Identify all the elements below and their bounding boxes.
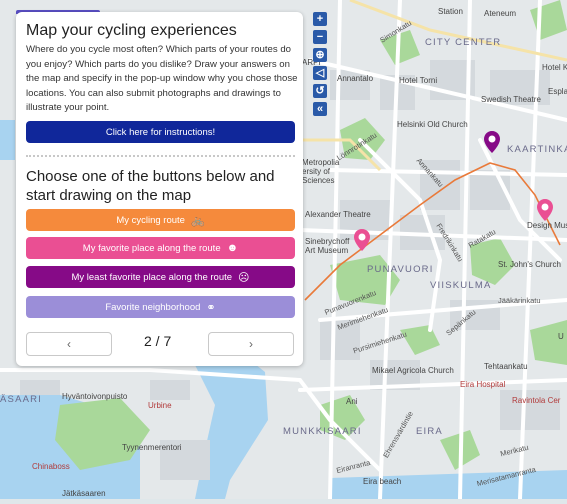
map-label-ani: Ani xyxy=(346,397,358,406)
panel-divider xyxy=(26,155,295,157)
mode-label: My favorite place along the route xyxy=(82,242,221,254)
map-label-sciences: Sciences xyxy=(302,176,335,185)
least-favorite-place-button[interactable]: My least favorite place along the route … xyxy=(26,266,295,288)
mode-label: My cycling route xyxy=(116,214,185,226)
map-label-alexander-theatre: Alexander Theatre xyxy=(305,210,371,219)
map-label-metropolia: Metropolia xyxy=(302,158,340,167)
zoom-to-extent-button[interactable]: ⊕ xyxy=(313,48,327,62)
map-label-swedish-theatre: Swedish Theatre xyxy=(481,95,541,104)
map-label-eira: EIRA xyxy=(416,426,443,437)
prev-page-button[interactable]: ‹ xyxy=(26,332,112,356)
map-label-design-museum: Design Museu xyxy=(527,221,567,230)
map-label-urbine: Urbine xyxy=(148,401,172,410)
map-label-sinebrychoff: Sinebrychoff xyxy=(305,237,350,246)
least-favorite-marker[interactable] xyxy=(484,131,500,153)
map-label-punavuori: PUNAVUORI xyxy=(367,264,434,275)
map-label-tyynenmerentori: Tyynenmerentori xyxy=(122,443,182,452)
map-label-eira-hospital: Eira Hospital xyxy=(460,380,506,389)
map-label-chinaboss: Chinaboss xyxy=(32,462,70,471)
sad-face-icon: ☹ xyxy=(238,271,250,284)
map-label-city-center: CITY CENTER xyxy=(425,37,502,48)
double-chevron-left-icon: « xyxy=(316,102,324,115)
mode-label: Favorite neighborhood xyxy=(105,301,201,313)
map-label-ersity-of: ersity of xyxy=(302,167,331,176)
map-label-viiskulma: VIISKULMA xyxy=(430,280,492,291)
map-label-kaartinkaupunki: KAARTINKA xyxy=(507,144,567,155)
map-controls: + − ⊕ ◁ ↺ « xyxy=(313,12,327,116)
favorite-place-button[interactable]: My favorite place along the route ☻ xyxy=(26,237,295,259)
map-label-u-edge: U xyxy=(558,332,564,341)
bicycle-icon: 🚲 xyxy=(190,214,205,227)
map-label-helsinki-old-church: Helsinki Old Church xyxy=(397,120,468,129)
map-label-eira-beach: Eira beach xyxy=(363,477,402,486)
zoom-out-button[interactable]: − xyxy=(313,30,327,44)
magnify-icon: ⊕ xyxy=(315,48,325,61)
map-label-annantalo: Annantalo xyxy=(337,74,374,83)
map-label-jaakarinkatu: Jääkärinkatu xyxy=(498,296,541,305)
collapse-panel-button[interactable]: « xyxy=(313,102,327,116)
undo-button[interactable]: ↺ xyxy=(313,84,327,98)
chevron-right-icon: › xyxy=(249,337,253,351)
map-label-ateneum: Ateneum xyxy=(484,9,517,18)
map-label-station: Station xyxy=(438,7,463,16)
favorite-marker-design-museum[interactable] xyxy=(537,199,553,221)
map-label-hyvantoivonpuisto: Hyväntoivonpuisto xyxy=(62,392,128,401)
map-label-art-museum: Art Museum xyxy=(305,246,349,255)
undo-icon: ↺ xyxy=(315,84,325,97)
panel-title: Map your cycling experiences xyxy=(26,22,237,39)
page-indicator: 2 / 7 xyxy=(144,333,172,349)
map-label-jatkasaaren: Jätkäsaaren xyxy=(62,489,106,498)
instructions-button[interactable]: Click here for instructions! xyxy=(26,121,295,143)
map-label-hotel-torni: Hotel Torni xyxy=(399,76,438,85)
mode-label: My least favorite place along the route xyxy=(71,271,233,283)
panel-description: Where do you cycle most often? Which par… xyxy=(26,44,298,113)
map-label-hotel-k: Hotel K xyxy=(542,63,567,72)
neighborhood-icon: ⚭ xyxy=(206,301,216,314)
my-cycling-route-button[interactable]: My cycling route 🚲 xyxy=(26,209,295,231)
favorite-marker-art-museum[interactable] xyxy=(354,229,370,251)
favorite-neighborhood-button[interactable]: Favorite neighborhood ⚭ xyxy=(26,296,295,318)
map-label-kasaari: ÄSAARI xyxy=(0,394,43,405)
cursor-arrow-icon: ◁ xyxy=(315,66,325,79)
map-label-st-johns-church: St. John's Church xyxy=(498,260,561,269)
map-label-ravintola-cer: Ravintola Cer xyxy=(512,396,561,405)
map-label-munkkisaari: MUNKKISAARI xyxy=(283,426,362,437)
map-label-esplanadi: Espla xyxy=(548,87,567,96)
map-label-mikael-agricola: Mikael Agricola Church xyxy=(372,366,454,375)
map-label-tehtaankatu: Tehtaankatu xyxy=(484,362,528,371)
chevron-left-icon: ‹ xyxy=(67,337,71,351)
next-page-button[interactable]: › xyxy=(208,332,294,356)
choose-heading: Choose one of the buttons below and star… xyxy=(26,168,275,204)
draw-mode-button[interactable]: ◁ xyxy=(313,66,327,80)
zoom-in-button[interactable]: + xyxy=(313,12,327,26)
smiley-icon: ☻ xyxy=(226,242,239,254)
survey-panel: Map your cycling experiences Where do yo… xyxy=(16,12,303,366)
